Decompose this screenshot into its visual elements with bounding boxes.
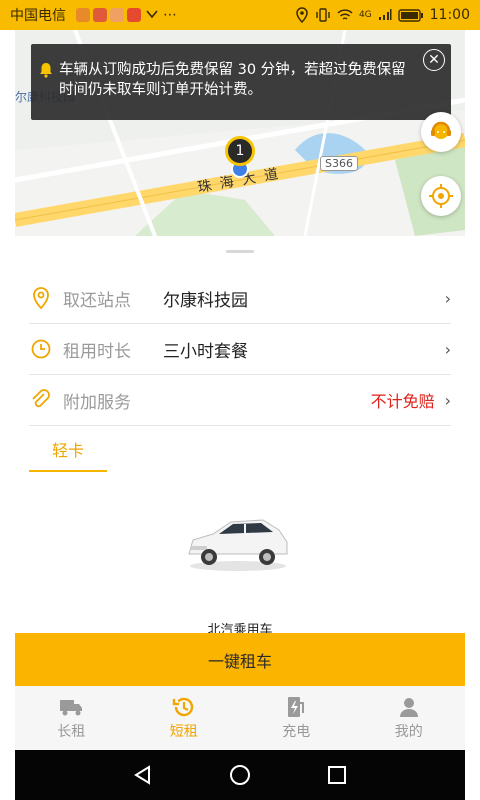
row-label: 租用时长 bbox=[63, 341, 131, 362]
nav-label: 我的 bbox=[394, 724, 423, 740]
clock-icon bbox=[29, 337, 53, 361]
row-label: 附加服务 bbox=[63, 392, 131, 413]
row-pickup-station[interactable]: 取还站点 尔康科技园 › bbox=[29, 273, 451, 324]
app-frame: 尔康科技园 S366 珠 海 大 道 1 车辆从订购成功后免费保留 30 分钟，… bbox=[15, 30, 465, 750]
locate-button[interactable] bbox=[421, 176, 461, 216]
row-label: 取还站点 bbox=[63, 290, 131, 311]
truck-icon bbox=[59, 695, 83, 719]
system-navigation-bar bbox=[15, 750, 465, 800]
customer-service-button[interactable] bbox=[421, 112, 461, 152]
battery-icon bbox=[397, 8, 423, 22]
history-clock-icon bbox=[172, 695, 196, 719]
nav-item-profile[interactable]: 我的 bbox=[353, 686, 466, 750]
car-image bbox=[188, 519, 288, 571]
nav-item-long-term[interactable]: 长租 bbox=[15, 686, 128, 750]
chevron-right-icon: › bbox=[444, 339, 451, 359]
location-pin-icon bbox=[29, 286, 53, 310]
nav-item-charging[interactable]: 充电 bbox=[240, 686, 353, 750]
vibrate-icon bbox=[316, 8, 330, 22]
rental-sheet: 取还站点 尔康科技园 › 租用时长 三小时套餐 › 附加服务 不计免赔 › 轻卡 bbox=[15, 236, 465, 638]
crosshair-icon bbox=[429, 184, 453, 208]
paperclip-icon bbox=[29, 388, 53, 412]
nav-label: 长租 bbox=[57, 724, 86, 740]
location-icon bbox=[296, 7, 308, 23]
rent-now-button[interactable]: 一键租车 bbox=[15, 633, 465, 686]
reservation-notice: 车辆从订购成功后免费保留 30 分钟，若超过免费保留时间仍未取车则订单开始计费。… bbox=[31, 44, 451, 120]
wifi-icon bbox=[337, 9, 353, 20]
tab-label: 轻卡 bbox=[51, 441, 84, 460]
missed-call-icon bbox=[146, 10, 158, 19]
chevron-right-icon: › bbox=[444, 390, 451, 410]
status-bar: 中国电信 ⋯ 4G 11:00 bbox=[0, 0, 480, 30]
nav-label: 短租 bbox=[169, 724, 198, 740]
network-type: 4G bbox=[358, 10, 372, 20]
station-count: 1 bbox=[235, 143, 245, 159]
notification-icons bbox=[76, 8, 141, 22]
nav-item-short-term[interactable]: 短租 bbox=[128, 686, 241, 750]
map-view[interactable]: 尔康科技园 S366 珠 海 大 道 1 车辆从订购成功后免费保留 30 分钟，… bbox=[15, 30, 465, 236]
road-badge: S366 bbox=[320, 156, 358, 171]
close-icon[interactable]: ✕ bbox=[423, 49, 445, 71]
more-notifications: ⋯ bbox=[163, 7, 177, 23]
sheet-drag-handle[interactable] bbox=[226, 250, 254, 253]
headset-icon bbox=[431, 121, 451, 139]
station-marker[interactable]: 1 bbox=[225, 136, 255, 166]
nav-label: 充电 bbox=[282, 724, 311, 740]
row-extra-services[interactable]: 附加服务 不计免赔 › bbox=[29, 375, 451, 426]
rent-button-label: 一键租车 bbox=[207, 651, 272, 671]
clock-time: 11:00 bbox=[429, 7, 470, 23]
bell-icon bbox=[40, 63, 52, 78]
notice-text: 车辆从订购成功后免费保留 30 分钟，若超过免费保留时间仍未取车则订单开始计费。 bbox=[59, 62, 406, 98]
back-icon[interactable] bbox=[132, 764, 154, 786]
carrier-label: 中国电信 bbox=[10, 8, 66, 24]
tab-light-truck[interactable]: 轻卡 bbox=[29, 428, 107, 472]
home-icon[interactable] bbox=[229, 764, 251, 786]
row-value: 尔康科技园 bbox=[163, 290, 248, 311]
user-icon bbox=[397, 695, 421, 719]
bottom-nav: 长租 短租 充电 我的 bbox=[15, 686, 465, 750]
signal-icon bbox=[378, 9, 392, 20]
recents-icon[interactable] bbox=[326, 764, 348, 786]
chevron-right-icon: › bbox=[444, 288, 451, 308]
row-rental-duration[interactable]: 租用时长 三小时套餐 › bbox=[29, 324, 451, 375]
row-value: 三小时套餐 bbox=[163, 341, 248, 362]
insurance-value: 不计免赔 bbox=[370, 392, 435, 411]
charging-icon bbox=[284, 695, 308, 719]
